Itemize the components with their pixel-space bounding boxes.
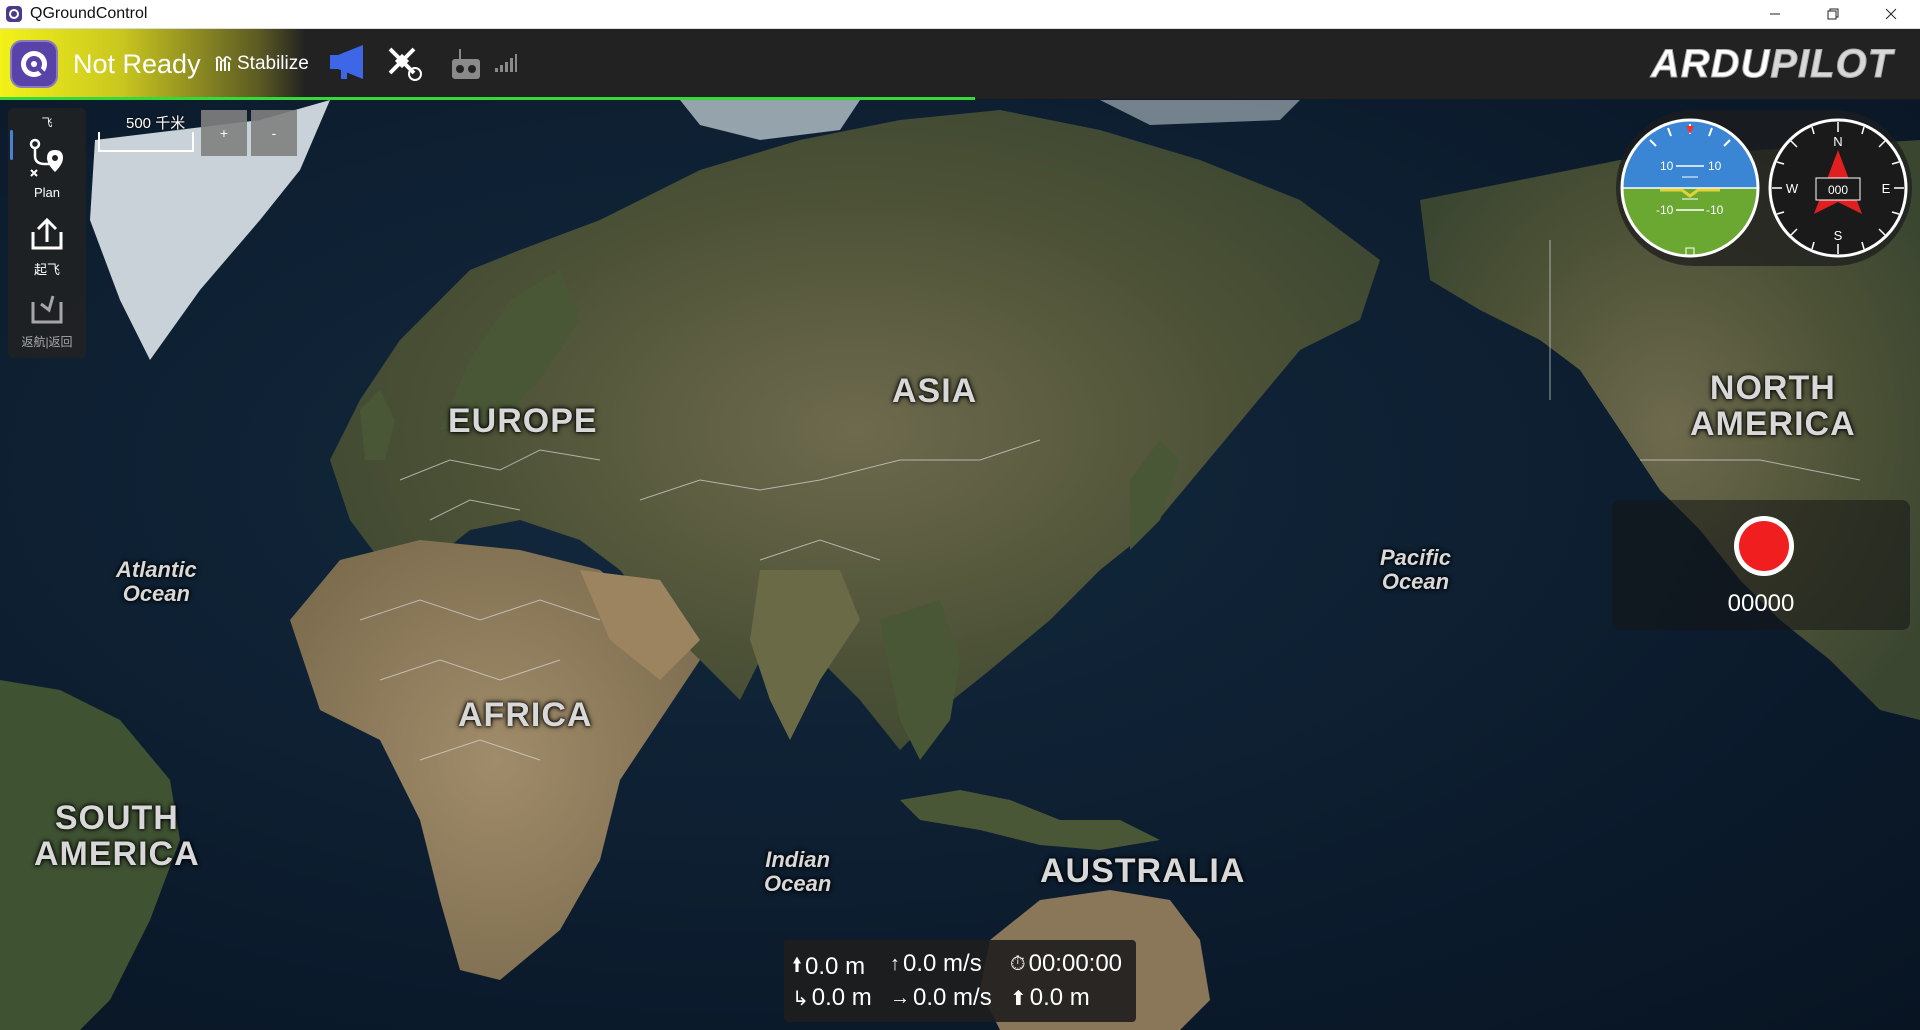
- horizontal-speed-icon: →: [890, 986, 910, 1009]
- telem-distance-home: ⬆ 0.0 m: [1010, 984, 1090, 1012]
- label-pacific: Pacific: [1380, 545, 1451, 570]
- pitch-down-right: -10: [1706, 203, 1724, 217]
- compass-n: N: [1833, 134, 1842, 149]
- rtl-button[interactable]: 返航|返回: [8, 288, 86, 350]
- signal-bars-icon[interactable]: [494, 53, 518, 73]
- pitch-down-left: -10: [1656, 203, 1674, 217]
- rtl-label: 返航|返回: [21, 335, 73, 349]
- telem-flight-time: ⏱ 00:00:00: [1010, 950, 1122, 978]
- flight-mode-label: Stabilize: [237, 53, 309, 74]
- label-europe: EUROPE: [448, 402, 598, 440]
- label-south-america: SOUTH AMERICA: [34, 800, 200, 872]
- flight-mode-selector[interactable]: Stabilize: [215, 53, 309, 75]
- return-home-icon: [31, 295, 63, 324]
- tool-fly-label: 飞: [41, 117, 53, 129]
- altitude-icon: 🠙: [792, 954, 803, 976]
- window-controls: [1746, 0, 1920, 28]
- distance-icon: ↳: [792, 987, 809, 1010]
- zoom-out-label: -: [271, 125, 277, 141]
- altitude-value: 0.0 m: [805, 953, 866, 980]
- ardupilot-logo: ARDUPILOT: [1649, 42, 1896, 87]
- vehicle-status-text[interactable]: Not Ready: [73, 49, 201, 80]
- compass-e: E: [1882, 181, 1891, 196]
- pitch-up-left: 10: [1660, 159, 1674, 173]
- scale-bar: [98, 132, 194, 152]
- tool-strip: 飞 Plan 起飞 返航|返回: [8, 108, 86, 358]
- telem-horizontal-speed: → 0.0 m/s: [890, 984, 992, 1012]
- distance-home-value: 0.0 m: [1029, 984, 1090, 1011]
- flight-mode-icon: [215, 56, 232, 71]
- arctic-ice-2: [1100, 100, 1300, 125]
- timer-icon: ⏱: [1010, 952, 1026, 975]
- label-north-america: NORTH AMERICA: [1690, 370, 1856, 442]
- map-scale: 500 千米: [98, 110, 198, 154]
- label-ocean-a: Ocean: [122, 581, 190, 606]
- label-pacific-ocean: Pacific Ocean: [1380, 546, 1451, 594]
- label-america: AMERICA: [1690, 405, 1856, 443]
- compass-s: S: [1834, 228, 1843, 243]
- takeoff-button[interactable]: 起飞: [8, 214, 86, 278]
- compass-heading: 000: [1828, 183, 1848, 197]
- label-north: NORTH: [1709, 369, 1836, 407]
- main-toolbar: Not Ready Stabilize ARDUPILOT: [0, 29, 1920, 101]
- instrument-panel[interactable]: 10 10 -10 -10 N E S W 000: [1616, 110, 1912, 266]
- record-button[interactable]: [1734, 516, 1794, 576]
- record-time: 00000: [1727, 590, 1795, 617]
- label-atlantic-ocean: Atlantic Ocean: [116, 558, 197, 606]
- window-title: QGroundControl: [30, 5, 148, 22]
- label-australia: AUSTRALIA: [1040, 852, 1246, 890]
- plan-button[interactable]: Plan: [8, 136, 86, 200]
- video-record-panel: 00000: [1612, 500, 1910, 630]
- record-dot-icon: [1739, 521, 1789, 571]
- plan-label: Plan: [33, 185, 61, 200]
- zoom-out-button[interactable]: -: [251, 110, 297, 156]
- flight-time-value: 00:00:00: [1028, 950, 1123, 977]
- label-ocean-p: Ocean: [1381, 569, 1450, 594]
- restore-icon[interactable]: [1804, 0, 1862, 28]
- indonesia-islands: [900, 790, 1160, 850]
- svg-text:ARDUPILOT: ARDUPILOT: [1650, 42, 1896, 86]
- vertical-speed-icon: ↑: [890, 952, 900, 975]
- minimize-icon[interactable]: [1746, 0, 1804, 28]
- telem-vertical-speed: ↑ 0.0 m/s: [890, 950, 982, 978]
- label-ocean-i: Ocean: [764, 871, 832, 896]
- tool-fly-header: 飞: [8, 114, 86, 130]
- label-asia: ASIA: [892, 372, 978, 410]
- vertical-speed-value: 0.0 m/s: [903, 950, 982, 977]
- instrument-gauges: 10 10 -10 -10 N E S W 000: [1620, 118, 1908, 258]
- label-south: SOUTH: [54, 799, 179, 837]
- close-icon[interactable]: [1862, 0, 1920, 28]
- app-icon: [6, 6, 22, 22]
- vehicle-status-area[interactable]: Not Ready Stabilize: [0, 29, 309, 99]
- zoom-in-label: +: [219, 125, 229, 141]
- takeoff-label: 起飞: [33, 262, 60, 277]
- label-indian: Indian: [765, 847, 831, 872]
- home-distance-icon: ⬆: [1010, 987, 1027, 1010]
- label-africa: AFRICA: [458, 696, 593, 734]
- megaphone-icon[interactable]: [327, 43, 369, 83]
- compass-w: W: [1786, 181, 1799, 196]
- scale-label: 500 千米: [126, 115, 186, 132]
- label-indian-ocean: Indian Ocean: [764, 848, 831, 896]
- zoom-in-button[interactable]: +: [201, 110, 247, 156]
- telem-altitude: 🠙 0.0 m: [792, 950, 865, 984]
- gps-satellite-icon[interactable]: [384, 43, 424, 83]
- plan-route-icon: [29, 138, 63, 177]
- telem-distance: ↳ 0.0 m: [792, 984, 872, 1012]
- label-atlantic: Atlantic: [116, 557, 197, 582]
- rc-transmitter-icon[interactable]: [450, 47, 482, 81]
- horizontal-speed-value: 0.0 m/s: [913, 984, 992, 1011]
- takeoff-icon: [31, 217, 63, 250]
- pitch-up-right: 10: [1708, 159, 1722, 173]
- telemetry-bar[interactable]: 🠙 0.0 m ↑ 0.0 m/s ⏱ 00:00:00 ↳ 0.0 m → 0…: [784, 940, 1136, 1022]
- label-america-s: AMERICA: [34, 835, 200, 873]
- qgc-logo[interactable]: [10, 40, 58, 88]
- distance-value: 0.0 m: [811, 984, 872, 1011]
- window-titlebar: QGroundControl: [0, 0, 1920, 29]
